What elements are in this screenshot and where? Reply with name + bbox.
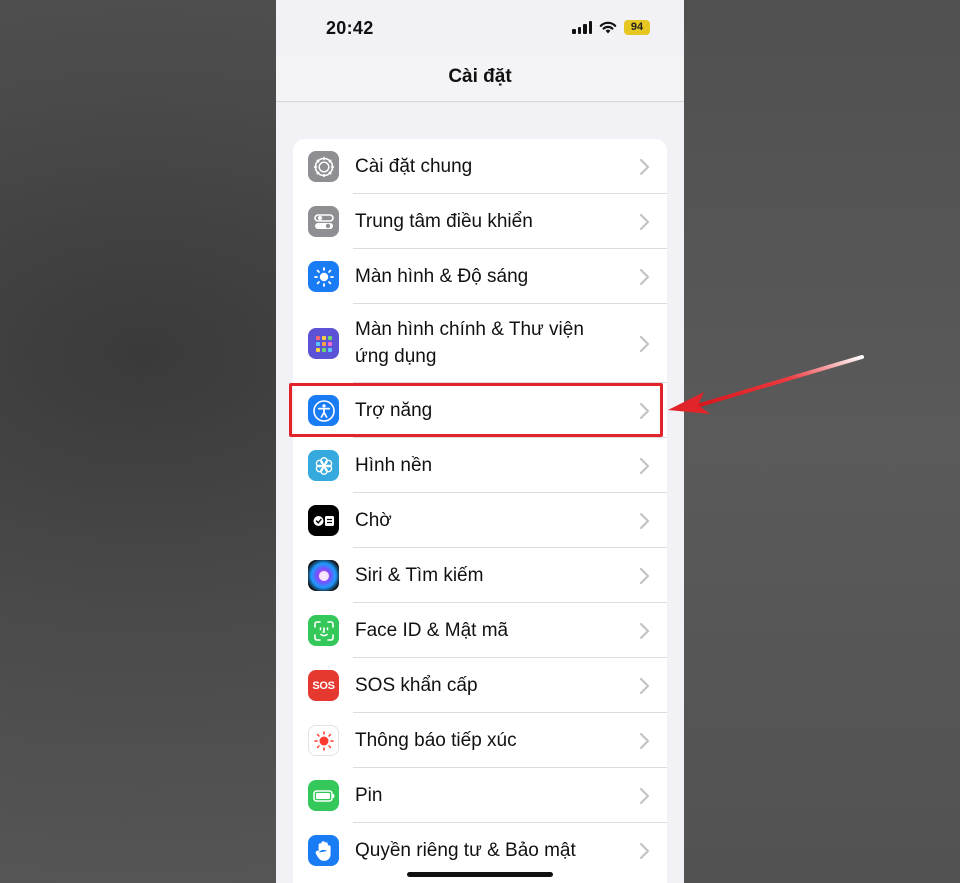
toggles-icon — [308, 206, 339, 237]
cellular-signal-icon — [572, 21, 592, 34]
settings-list: Cài đặt chung Trung tâm điều khiển Màn h… — [293, 139, 667, 883]
settings-row-label: Thông báo tiếp xúc — [355, 730, 517, 751]
face-id-icon — [308, 615, 339, 646]
phone-screen: 20:42 94 Cài đặt Cài đặt chung Trung tâm… — [276, 0, 684, 883]
settings-row-label: Quyền riêng tư & Bảo mật — [355, 840, 576, 861]
settings-row-siri-search[interactable]: Siri & Tìm kiếm — [293, 548, 667, 603]
battery-icon — [308, 780, 339, 811]
chevron-right-icon — [639, 457, 650, 475]
sos-icon-text: SOS — [312, 679, 335, 692]
hand-icon — [308, 835, 339, 866]
app-grid-icon — [308, 328, 339, 359]
settings-row-label-line1: Màn hình chính & Thư viện — [355, 319, 584, 340]
siri-icon — [308, 560, 339, 591]
exposure-notification-icon — [308, 725, 339, 756]
status-bar: 20:42 94 — [276, 0, 684, 56]
settings-row-label: Cài đặt chung — [355, 156, 473, 177]
chevron-right-icon — [639, 732, 650, 750]
chevron-right-icon — [639, 158, 650, 176]
chevron-right-icon — [639, 213, 650, 231]
settings-row-wallpaper[interactable]: Hình nền — [293, 438, 667, 493]
settings-row-display-brightness[interactable]: Màn hình & Độ sáng — [293, 249, 667, 304]
wallpaper-flower-icon — [308, 450, 339, 481]
settings-row-label: Màn hình & Độ sáng — [355, 266, 529, 287]
annotation-arrow-icon — [668, 355, 864, 414]
sos-icon: SOS — [308, 670, 339, 701]
settings-row-label: Face ID & Mật mã — [355, 620, 509, 641]
chevron-right-icon — [639, 567, 650, 585]
chevron-right-icon — [639, 677, 650, 695]
chevron-right-icon — [639, 268, 650, 286]
settings-row-label: Siri & Tìm kiếm — [355, 565, 484, 586]
background-right — [684, 0, 960, 883]
navigation-bar: Cài đặt — [276, 56, 684, 102]
settings-row-emergency-sos[interactable]: SOS SOS khẩn cấp — [293, 658, 667, 713]
settings-row-face-id-passcode[interactable]: Face ID & Mật mã — [293, 603, 667, 658]
home-indicator[interactable] — [407, 872, 553, 877]
chevron-right-icon — [639, 512, 650, 530]
settings-row-label: Hình nền — [355, 455, 433, 476]
page-title: Cài đặt — [448, 66, 512, 87]
settings-row-exposure-notifications[interactable]: Thông báo tiếp xúc — [293, 713, 667, 768]
settings-row-general[interactable]: Cài đặt chung — [293, 139, 667, 194]
settings-row-control-center[interactable]: Trung tâm điều khiển — [293, 194, 667, 249]
settings-row-label: Trung tâm điều khiển — [355, 211, 533, 232]
gear-icon — [308, 151, 339, 182]
annotation-highlight-box — [289, 383, 663, 437]
standby-icon — [308, 505, 339, 536]
chevron-right-icon — [639, 842, 650, 860]
settings-row-privacy-security[interactable]: Quyền riêng tư & Bảo mật — [293, 823, 667, 878]
status-time: 20:42 — [326, 18, 374, 38]
settings-row-label: Pin — [355, 785, 383, 806]
settings-row-label: Chờ — [355, 510, 392, 531]
settings-row-label-line2: ứng dụng — [355, 346, 437, 367]
chevron-right-icon — [639, 622, 650, 640]
settings-row-label: SOS khẩn cấp — [355, 675, 478, 696]
battery-level-badge: 94 — [624, 20, 650, 35]
wifi-icon — [599, 21, 617, 34]
status-icons: 94 — [572, 20, 650, 35]
settings-row-battery[interactable]: Pin — [293, 768, 667, 823]
settings-row-standby[interactable]: Chờ — [293, 493, 667, 548]
chevron-right-icon — [639, 335, 650, 353]
brightness-icon — [308, 261, 339, 292]
chevron-right-icon — [639, 787, 650, 805]
settings-row-home-screen-app-library[interactable]: Màn hình chính & Thư viện ứng dụng — [293, 304, 667, 383]
